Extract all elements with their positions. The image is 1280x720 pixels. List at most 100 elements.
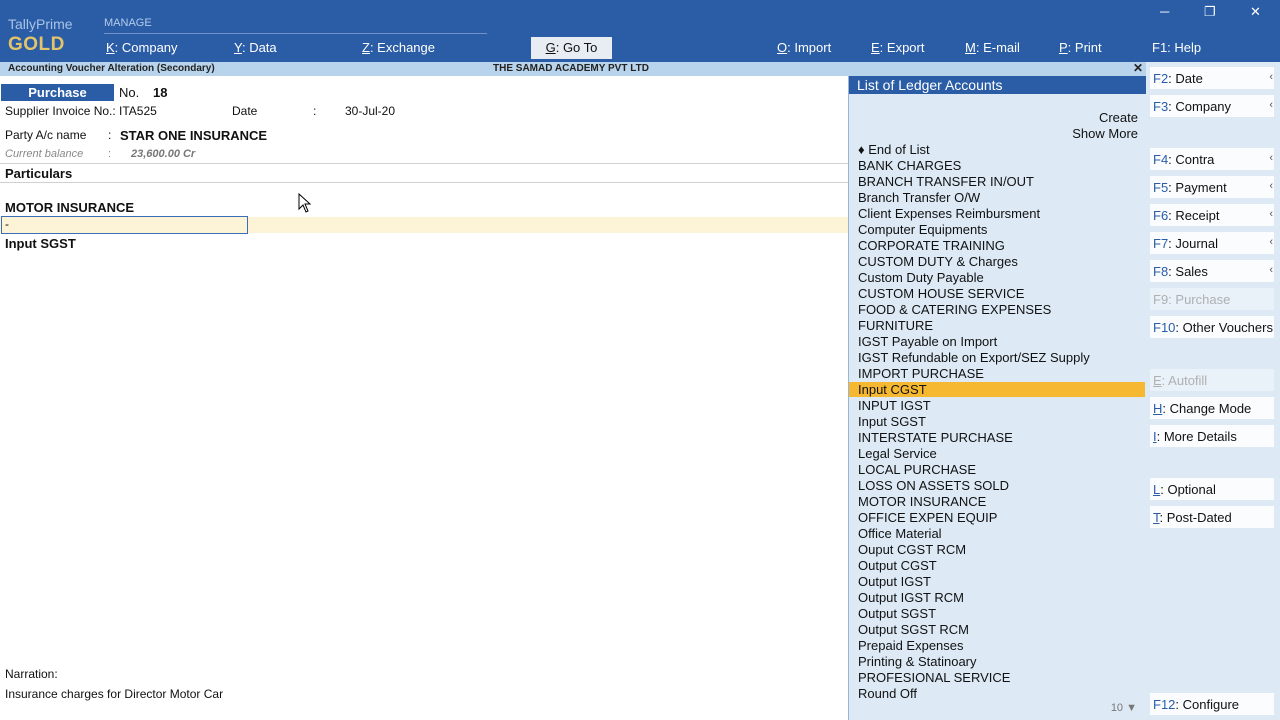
- f10-other-vouchers-button[interactable]: F10: Other Vouchers: [1150, 316, 1274, 338]
- expand-icon: ‹: [1269, 264, 1273, 276]
- expand-icon: ‹: [1269, 99, 1273, 111]
- f9-purchase-button[interactable]: F9: Purchase: [1150, 288, 1274, 310]
- more-count-indicator[interactable]: 10 ▼: [1111, 702, 1137, 714]
- button-sidebar: F2: Date ‹ F3: Company ‹ F4: Contra ‹ F5: P…: [1146, 62, 1280, 720]
- close-voucher-icon[interactable]: ✕: [1133, 61, 1143, 75]
- ledger-list-panel: List of Ledger Accounts Create Show More…: [848, 76, 1147, 720]
- ledger-list-item[interactable]: Client Expenses Reimbursment: [858, 206, 1040, 221]
- ledger-list-item[interactable]: Output SGST: [858, 606, 936, 621]
- ledger-list-item[interactable]: INTERSTATE PURCHASE: [858, 430, 1013, 445]
- autofill-button[interactable]: E: Autofill: [1150, 369, 1274, 391]
- ledger-list-item[interactable]: Legal Service: [858, 446, 937, 461]
- expand-icon: ‹: [1269, 152, 1273, 164]
- f4-contra-button[interactable]: F4: Contra ‹: [1150, 148, 1274, 170]
- show-more-link[interactable]: Show More: [1072, 126, 1138, 141]
- voucher-title-bar: Accounting Voucher Alteration (Secondary…: [0, 61, 1146, 76]
- menu-exchange[interactable]: Z: Exchange: [362, 40, 435, 55]
- ledger-list-item[interactable]: FURNITURE: [858, 318, 933, 333]
- brand-name: TallyPrime: [8, 16, 73, 32]
- entry-row[interactable]: Input SGST: [5, 236, 76, 251]
- menu-export[interactable]: E: Export: [871, 40, 924, 55]
- ledger-list-item[interactable]: IMPORT PURCHASE: [858, 366, 984, 381]
- restore-icon[interactable]: ❐: [1204, 4, 1216, 20]
- ledger-list-item[interactable]: IGST Refundable on Export/SEZ Supply: [858, 350, 1090, 365]
- balance-label: Current balance: [5, 148, 84, 160]
- expand-icon: ‹: [1269, 236, 1273, 248]
- f5-payment-button[interactable]: F5: Payment ‹: [1150, 176, 1274, 198]
- ledger-list-item[interactable]: LOSS ON ASSETS SOLD: [858, 478, 1009, 493]
- ledger-list-item[interactable]: Output IGST RCM: [858, 590, 964, 605]
- menu-help[interactable]: F1: Help: [1152, 40, 1201, 55]
- ledger-list-item[interactable]: CUSTOM DUTY & Charges: [858, 254, 1018, 269]
- ledger-list-item[interactable]: Branch Transfer O/W: [858, 190, 980, 205]
- ledger-list-item[interactable]: FOOD & CATERING EXPENSES: [858, 302, 1051, 317]
- manage-divider: [104, 33, 487, 34]
- ledger-list-item[interactable]: Prepaid Expenses: [858, 638, 964, 653]
- ledger-list-item[interactable]: Output CGST: [858, 558, 937, 573]
- ledger-list-item[interactable]: ♦ End of List: [858, 142, 930, 157]
- ledger-list-item[interactable]: Office Material: [858, 526, 942, 541]
- divider: [0, 182, 848, 183]
- particulars-header: Particulars: [5, 166, 73, 181]
- ledger-list-item[interactable]: Input SGST: [858, 414, 926, 429]
- screen-title: Accounting Voucher Alteration (Secondary…: [8, 63, 215, 74]
- divider: [0, 163, 848, 164]
- menu-goto[interactable]: G: Go To: [531, 37, 612, 59]
- date-label: Date: [232, 104, 258, 118]
- expand-icon: ‹: [1269, 71, 1273, 83]
- narration-label: Narration:: [5, 667, 58, 681]
- ledger-list-item[interactable]: PROFESIONAL SERVICE: [858, 670, 1010, 685]
- ledger-list-item[interactable]: BANK CHARGES: [858, 158, 961, 173]
- top-menu-bar: TallyPrime GOLD MANAGE K: Company Y: Dat…: [0, 0, 1280, 62]
- f3-company-button[interactable]: F3: Company ‹: [1150, 95, 1274, 117]
- supplier-invoice-value[interactable]: ITA525: [119, 104, 157, 118]
- post-dated-button[interactable]: T: Post-Dated: [1150, 506, 1274, 528]
- ledger-input-value: -: [5, 217, 9, 231]
- f2-date-button[interactable]: F2: Date ‹: [1150, 67, 1274, 89]
- f8-sales-button[interactable]: F8: Sales ‹: [1150, 260, 1274, 282]
- entry-row[interactable]: MOTOR INSURANCE: [5, 200, 134, 215]
- date-value[interactable]: 30-Jul-20: [345, 104, 395, 118]
- ledger-list-item[interactable]: Custom Duty Payable: [858, 270, 984, 285]
- menu-import[interactable]: O: Import: [777, 40, 831, 55]
- supplier-invoice-label: Supplier Invoice No.:: [5, 104, 116, 118]
- date-colon: :: [313, 104, 317, 118]
- menu-print[interactable]: P: Print: [1059, 40, 1102, 55]
- menu-email[interactable]: M: E-mail: [965, 40, 1020, 55]
- ledger-list-item[interactable]: IGST Payable on Import: [858, 334, 997, 349]
- ledger-list-item[interactable]: CUSTOM HOUSE SERVICE: [858, 286, 1024, 301]
- company-name: THE SAMAD ACADEMY PVT LTD: [493, 63, 649, 74]
- party-value[interactable]: STAR ONE INSURANCE: [120, 128, 267, 143]
- f7-journal-button[interactable]: F7: Journal ‹: [1150, 232, 1274, 254]
- close-icon[interactable]: ✕: [1250, 4, 1261, 20]
- ledger-list-item[interactable]: INPUT IGST: [858, 398, 931, 413]
- expand-icon: ‹: [1269, 180, 1273, 192]
- brand-edition: GOLD: [8, 34, 65, 55]
- menu-data[interactable]: Y: Data: [234, 40, 277, 55]
- create-link[interactable]: Create: [1099, 110, 1138, 125]
- ledger-input[interactable]: -: [1, 216, 248, 234]
- f12-configure-button[interactable]: F12: Configure: [1150, 693, 1274, 715]
- change-mode-button[interactable]: H: Change Mode: [1150, 397, 1274, 419]
- optional-button[interactable]: L: Optional: [1150, 478, 1274, 500]
- ledger-list-item[interactable]: Output IGST: [858, 574, 931, 589]
- ledger-list-item[interactable]: BRANCH TRANSFER IN/OUT: [858, 174, 1034, 189]
- ledger-list-item[interactable]: Round Off: [858, 686, 917, 701]
- ledger-list-item[interactable]: LOCAL PURCHASE: [858, 462, 976, 477]
- f6-receipt-button[interactable]: F6: Receipt ‹: [1150, 204, 1274, 226]
- ledger-list-item[interactable]: MOTOR INSURANCE: [858, 494, 986, 509]
- ledger-list-item[interactable]: Computer Equipments: [858, 222, 987, 237]
- more-details-button[interactable]: I: More Details: [1150, 425, 1274, 447]
- party-label: Party A/c name: [5, 128, 87, 142]
- ledger-list-item[interactable]: Printing & Statinoary: [858, 654, 977, 669]
- ledger-list-item[interactable]: CORPORATE TRAINING: [858, 238, 1005, 253]
- ledger-list-item[interactable]: Input CGST: [858, 382, 927, 397]
- voucher-no-value: 18: [153, 85, 168, 100]
- minimize-icon[interactable]: ─: [1160, 4, 1169, 19]
- narration-value[interactable]: Insurance charges for Director Motor Car: [5, 687, 223, 701]
- ledger-list-item[interactable]: OFFICE EXPEN EQUIP: [858, 510, 997, 525]
- ledger-list-item[interactable]: Ouput CGST RCM: [858, 542, 966, 557]
- menu-company[interactable]: K: Company: [106, 40, 178, 55]
- ledger-list-item[interactable]: Output SGST RCM: [858, 622, 969, 637]
- party-colon: :: [108, 128, 112, 142]
